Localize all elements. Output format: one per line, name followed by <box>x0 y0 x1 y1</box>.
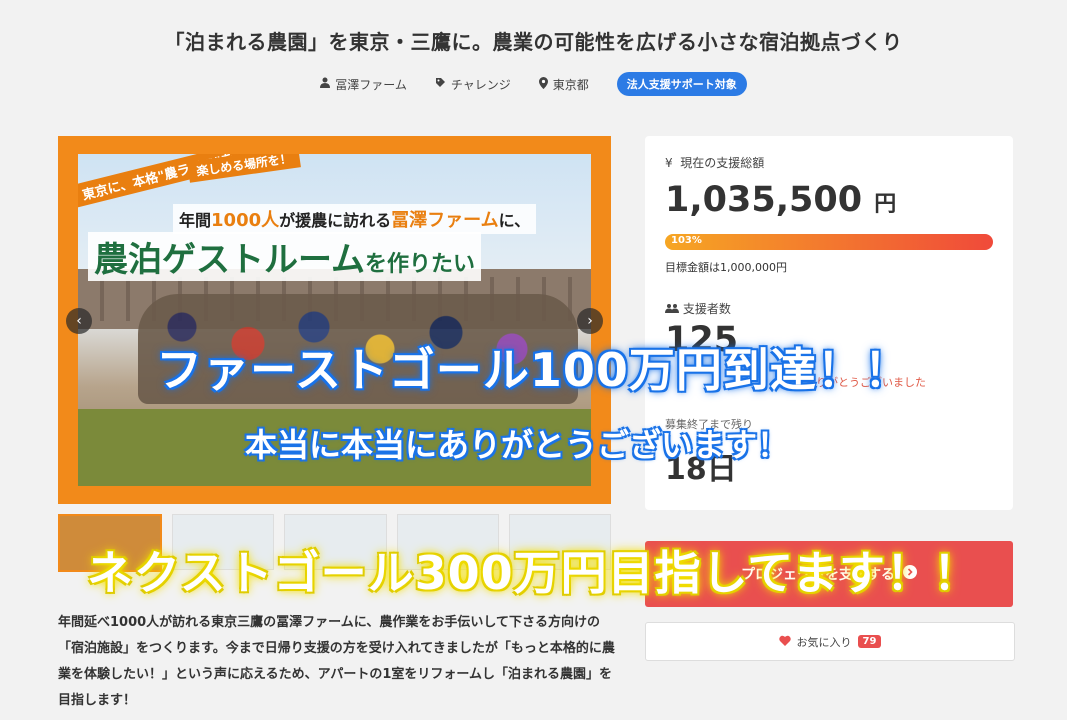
project-title: 「泊まれる農園」を東京・三鷹に。農業の可能性を広げる小さな宿泊拠点づくり <box>164 30 903 54</box>
users-icon <box>665 302 683 316</box>
corporate-support-badge[interactable]: 法人支援サポート対象 <box>616 72 747 96</box>
map-pin-icon <box>538 76 548 92</box>
location-link[interactable]: 東京都 <box>538 76 589 93</box>
project-meta: 冨澤ファーム チャレンジ 東京都 法人支援サポート対象 <box>0 72 1067 96</box>
progress-bar: 103% <box>665 234 993 250</box>
backers-label: 支援者数 <box>665 300 731 317</box>
user-icon <box>320 77 331 91</box>
next-slide-button[interactable]: › <box>577 308 603 334</box>
overlay-caption-2: 本当に本当にありがとうございます！ <box>244 426 789 464</box>
goal-amount: 目標金額は1,000,000円 <box>665 261 787 274</box>
category-name: チャレンジ <box>450 77 511 92</box>
category-link[interactable]: チャレンジ <box>435 76 511 93</box>
hero-headline: 農泊ゲストルームを作りたい <box>88 232 481 281</box>
favorite-button[interactable]: お気に入り 79 <box>645 622 1015 661</box>
overlay-caption-3: ネクストゴール300万円目指してます！！ <box>87 546 980 600</box>
owner-link[interactable]: 冨澤ファーム <box>320 76 407 93</box>
raised-amount: 1,035,500 円 <box>665 180 897 220</box>
owner-name: 冨澤ファーム <box>335 77 407 92</box>
favorite-label: お気に入り <box>796 635 852 649</box>
favorite-count: 79 <box>857 635 882 648</box>
overlay-caption-1: ファーストゴール100万円到達！！ <box>156 343 911 397</box>
project-description: 年間延べ1000人が訪れる東京三鷹の冨澤ファームに、農作業をお手伝いして下さる方… <box>58 615 615 708</box>
prev-slide-button[interactable]: ‹ <box>66 308 92 334</box>
location-name: 東京都 <box>552 77 589 92</box>
raised-label: ¥ 現在の支援総額 <box>665 156 765 170</box>
heart-icon <box>778 635 791 649</box>
tag-icon <box>435 77 446 91</box>
hero-subheadline: 年間1000人が援農に訪れる冨澤ファームに、 <box>173 204 537 234</box>
